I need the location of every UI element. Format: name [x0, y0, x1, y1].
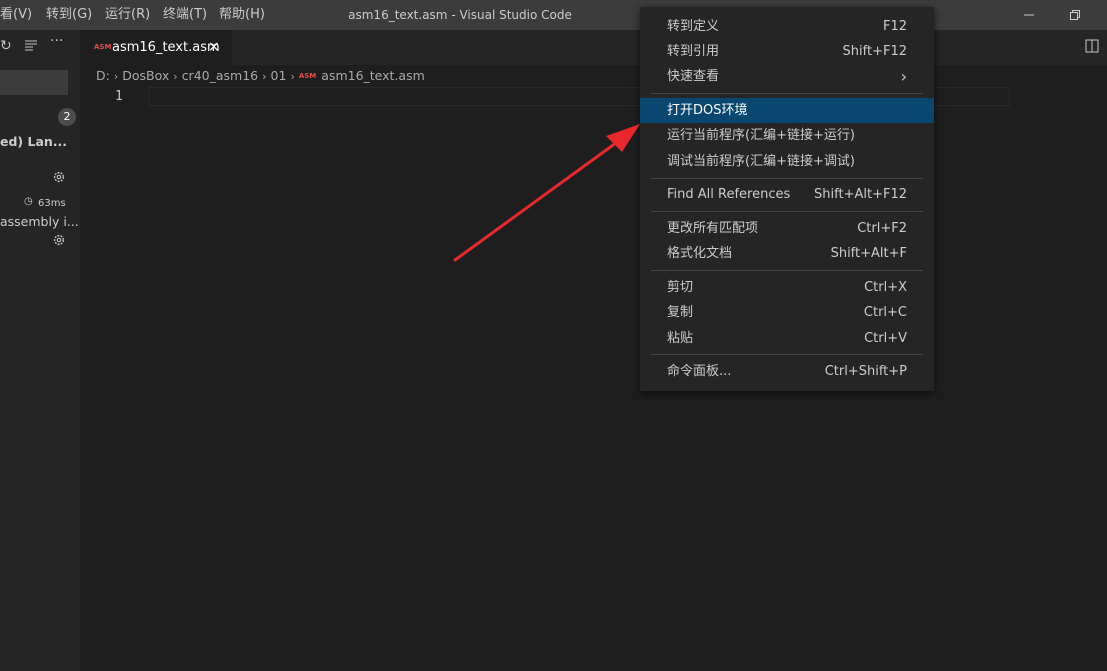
arrow-shaft [453, 138, 622, 262]
annotation-arrow [453, 124, 640, 262]
